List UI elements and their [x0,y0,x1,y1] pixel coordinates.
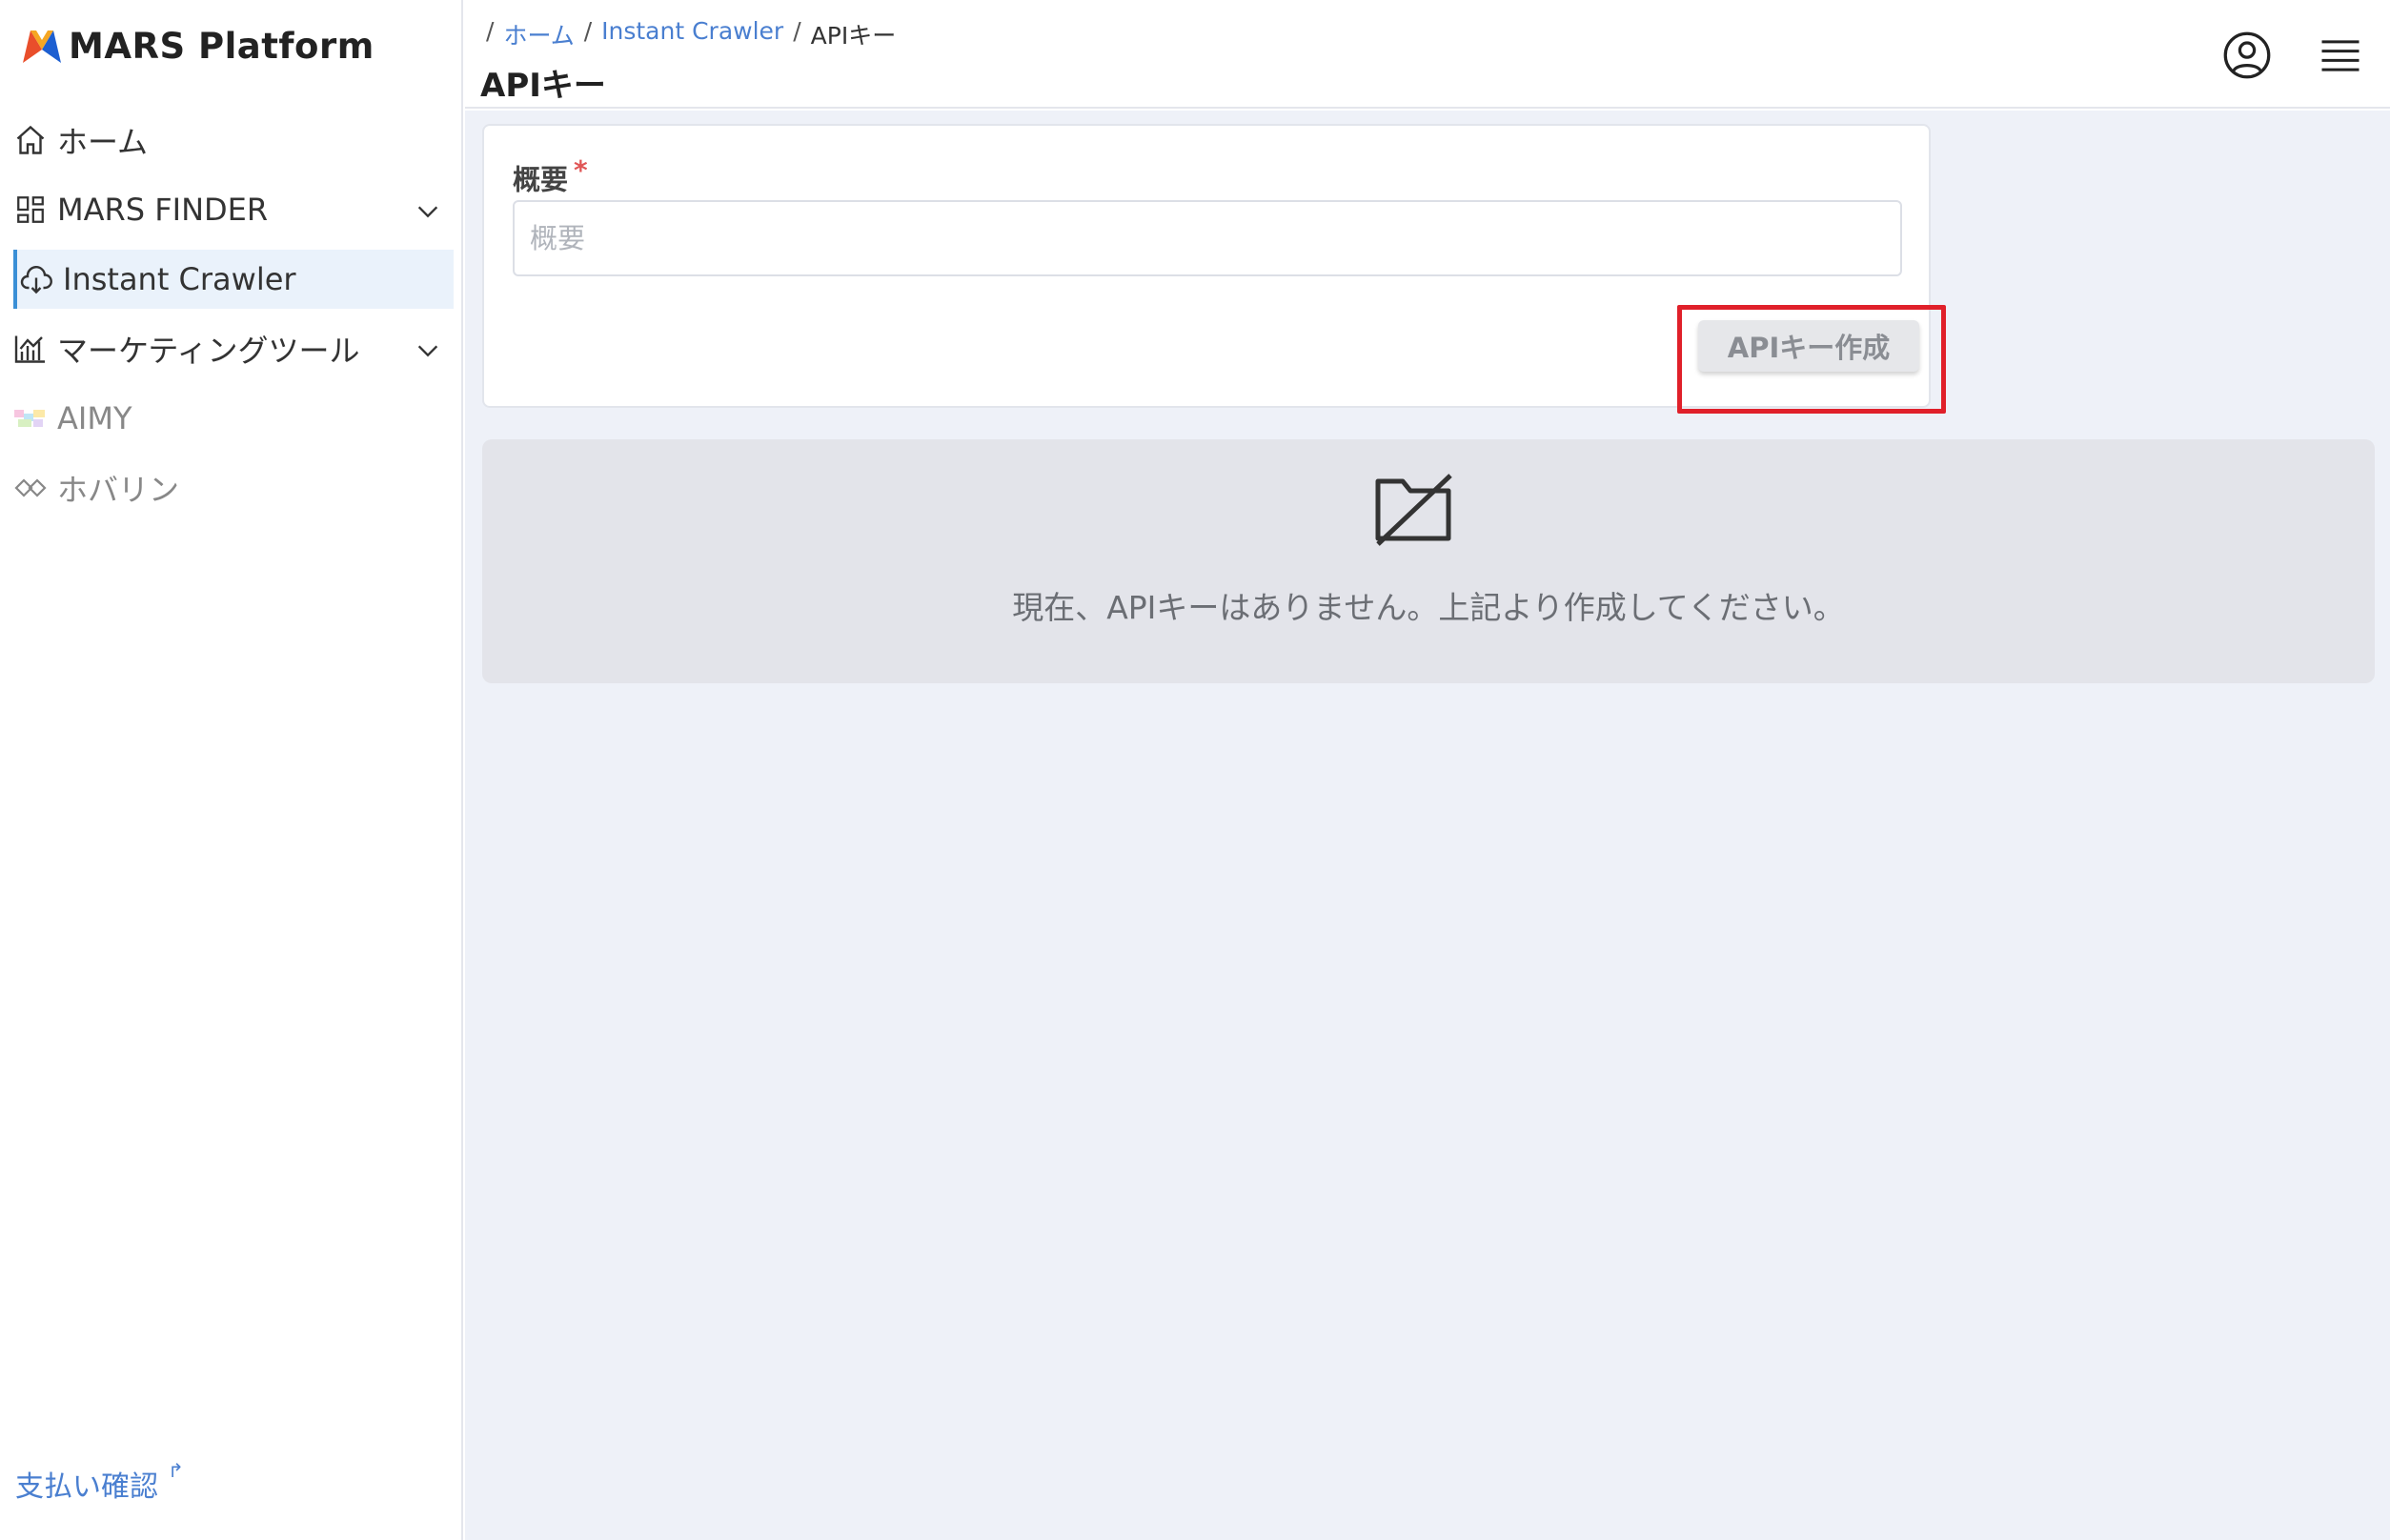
bar-chart-icon [11,330,50,368]
breadcrumb-instant-crawler[interactable]: Instant Crawler [601,17,783,51]
chevron-down-icon[interactable] [414,335,442,372]
breadcrumb-home[interactable]: ホーム [503,17,574,51]
link-chain-icon [11,469,50,507]
main-content: 概要* APIキー作成 現在、APIキーはありません。上記より作成してください。 [465,111,2390,1540]
mars-m-logo-icon [23,30,61,63]
summary-field-label: 概要 * [513,154,588,198]
page-title: APIキー [480,67,606,105]
sidebar-item-label: マーケティングツール [57,333,360,369]
sidebar-item-marketing-tools[interactable]: マーケティングツール [11,319,454,378]
empty-state-message: 現在、APIキーはありません。上記より作成してください。 [1012,589,1845,626]
sidebar-item-aimy[interactable]: AIMY [11,389,454,448]
api-key-create-card: 概要* APIキー作成 [482,124,1946,414]
sidebar: MARS Platform ホーム MARS FINDER Instant Cr… [0,0,463,1540]
sidebar-item-label: ホバリン [57,472,180,508]
sidebar-item-mars-finder[interactable]: MARS FINDER [11,180,454,239]
create-api-key-button[interactable]: APIキー作成 [1698,320,1919,372]
dashboard-grid-icon [11,191,50,229]
sidebar-item-label: AIMY [57,400,132,436]
breadcrumb-separator: / [486,17,495,45]
payment-link-label: 支払い確認 [15,1470,158,1504]
sidebar-item-label: Instant Crawler [63,261,296,297]
sidebar-item-instant-crawler[interactable]: Instant Crawler [13,250,454,309]
breadcrumb-separator: / [793,17,801,45]
chevron-down-icon[interactable] [414,196,442,233]
breadcrumb-current: APIキー [810,22,897,50]
home-icon [11,121,50,159]
summary-label-text: 概要 [513,163,569,196]
user-account-icon[interactable] [2222,30,2272,80]
brand-logo[interactable]: MARS Platform [21,21,375,71]
app-root: MARS Platform ホーム MARS FINDER Instant Cr… [0,0,2390,1540]
empty-state-panel: 現在、APIキーはありません。上記より作成してください。 [482,439,2375,683]
brand-name: MARS Platform [69,25,375,67]
breadcrumb: / ホーム / Instant Crawler / APIキー [486,17,896,51]
sidebar-item-label: MARS FINDER [57,192,269,228]
sidebar-item-home[interactable]: ホーム [11,111,454,170]
cloud-download-icon [17,260,55,298]
payment-confirmation-link[interactable]: 支払い確認 ↱ [15,1459,184,1505]
summary-input[interactable] [513,200,1902,276]
top-header: / ホーム / Instant Crawler / APIキー APIキー [465,0,2390,109]
breadcrumb-separator: / [583,17,593,45]
folder-off-icon [1372,472,1454,548]
external-link-icon: ↱ [168,1459,184,1482]
sidebar-item-label: ホーム [57,124,149,160]
hamburger-menu-icon[interactable] [2316,30,2365,80]
aimy-logo-icon [11,399,50,437]
required-mark: * [574,154,588,186]
sidebar-item-hobarin[interactable]: ホバリン [11,458,454,517]
